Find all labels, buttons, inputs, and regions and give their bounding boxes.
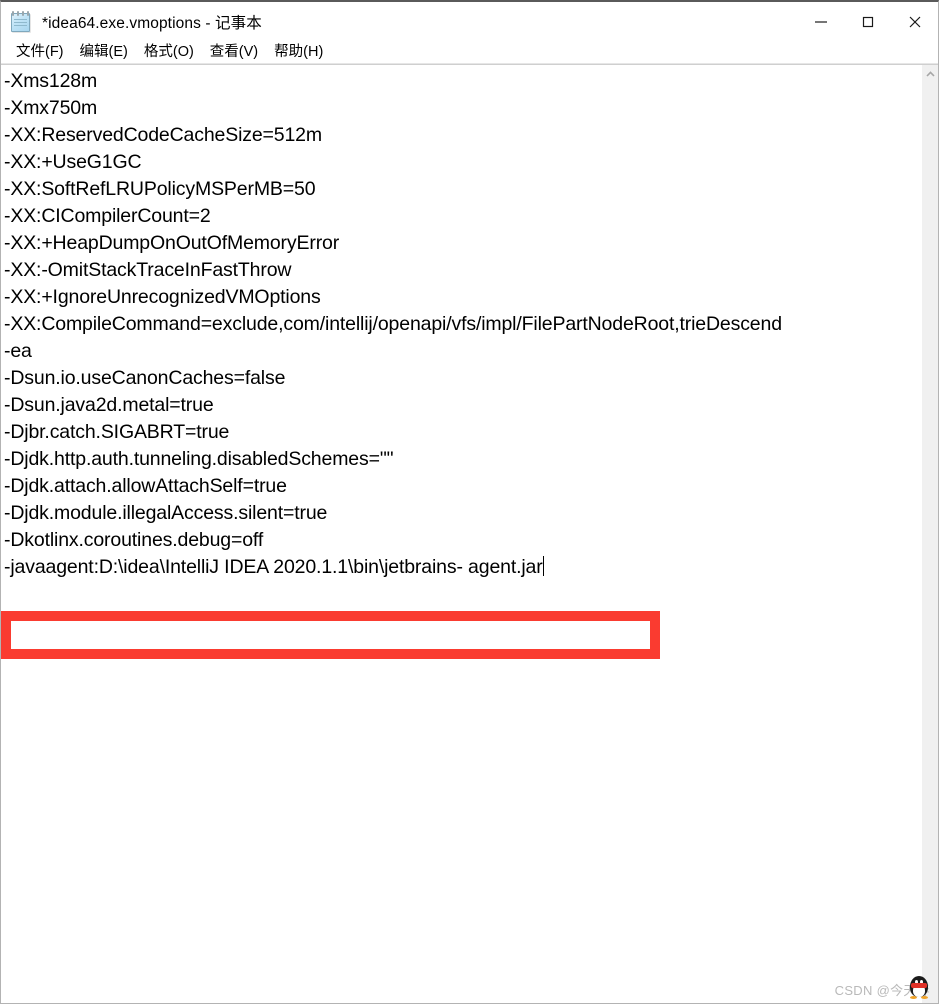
- text-line: -XX:+UseG1GC: [4, 151, 142, 173]
- text-editor[interactable]: -Xms128m -Xmx750m -XX:ReservedCodeCacheS…: [1, 65, 921, 1003]
- text-line: -Dsun.io.useCanonCaches=false: [4, 367, 286, 389]
- window-title: *idea64.exe.vmoptions - 记事本: [42, 14, 262, 32]
- menu-item-view[interactable]: 查看(V): [202, 41, 266, 63]
- csdn-watermark: CSDN @今天胖: [835, 972, 930, 999]
- text-line: -XX:CompileCommand=exclude,com/intellij/…: [4, 313, 782, 335]
- title-bar[interactable]: *idea64.exe.vmoptions - 记事本: [1, 2, 938, 41]
- text-line: -Djdk.http.auth.tunneling.disabledScheme…: [4, 448, 394, 470]
- window-controls: [797, 2, 938, 41]
- editor-area: -Xms128m -Xmx750m -XX:ReservedCodeCacheS…: [1, 64, 938, 1003]
- text-line: -Dkotlinx.coroutines.debug=off: [4, 529, 264, 551]
- text-line: -XX:SoftRefLRUPolicyMSPerMB=50: [4, 178, 316, 200]
- text-line: -Xmx750m: [4, 97, 98, 119]
- scroll-up-button[interactable]: [922, 65, 938, 82]
- menu-item-file[interactable]: 文件(F): [8, 41, 72, 63]
- text-line: -Dsun.java2d.metal=true: [4, 394, 214, 416]
- text-line: -XX:CICompilerCount=2: [4, 205, 211, 227]
- text-line-javaagent: -javaagent:D:\idea\IntelliJ IDEA 2020.1.…: [4, 554, 921, 581]
- menu-bar: 文件(F) 编辑(E) 格式(O) 查看(V) 帮助(H): [1, 41, 938, 64]
- close-button[interactable]: [891, 2, 938, 41]
- vertical-scrollbar[interactable]: [921, 65, 938, 1003]
- notepad-icon: [9, 10, 33, 34]
- text-line: -XX:+HeapDumpOnOutOfMemoryError: [4, 232, 340, 254]
- text-line: -XX:+IgnoreUnrecognizedVMOptions: [4, 286, 321, 308]
- title-bar-left: *idea64.exe.vmoptions - 记事本: [1, 10, 262, 34]
- text-line: -Xms128m: [4, 70, 98, 92]
- text-line: -Djdk.module.illegalAccess.silent=true: [4, 502, 328, 524]
- text-line: -Djbr.catch.SIGABRT=true: [4, 421, 230, 443]
- text-line: -ea: [4, 340, 32, 362]
- scrollbar-track[interactable]: [922, 82, 938, 1003]
- qq-penguin-icon: [908, 972, 930, 999]
- minimize-button[interactable]: [797, 2, 844, 41]
- text-caret: [542, 556, 544, 576]
- text-line: -XX:ReservedCodeCacheSize=512m: [4, 124, 322, 146]
- annotation-box: [1, 611, 660, 659]
- menu-item-format[interactable]: 格式(O): [136, 41, 202, 63]
- menu-item-edit[interactable]: 编辑(E): [72, 41, 136, 63]
- text-line: -Djdk.attach.allowAttachSelf=true: [4, 475, 287, 497]
- maximize-button[interactable]: [844, 2, 891, 41]
- notepad-window: *idea64.exe.vmoptions - 记事本 文件(F) 编辑(E) …: [0, 0, 939, 1004]
- javaagent-text: -javaagent:D:\idea\IntelliJ IDEA 2020.1.…: [4, 556, 543, 578]
- text-line: -XX:-OmitStackTraceInFastThrow: [4, 259, 292, 281]
- menu-item-help[interactable]: 帮助(H): [266, 41, 331, 63]
